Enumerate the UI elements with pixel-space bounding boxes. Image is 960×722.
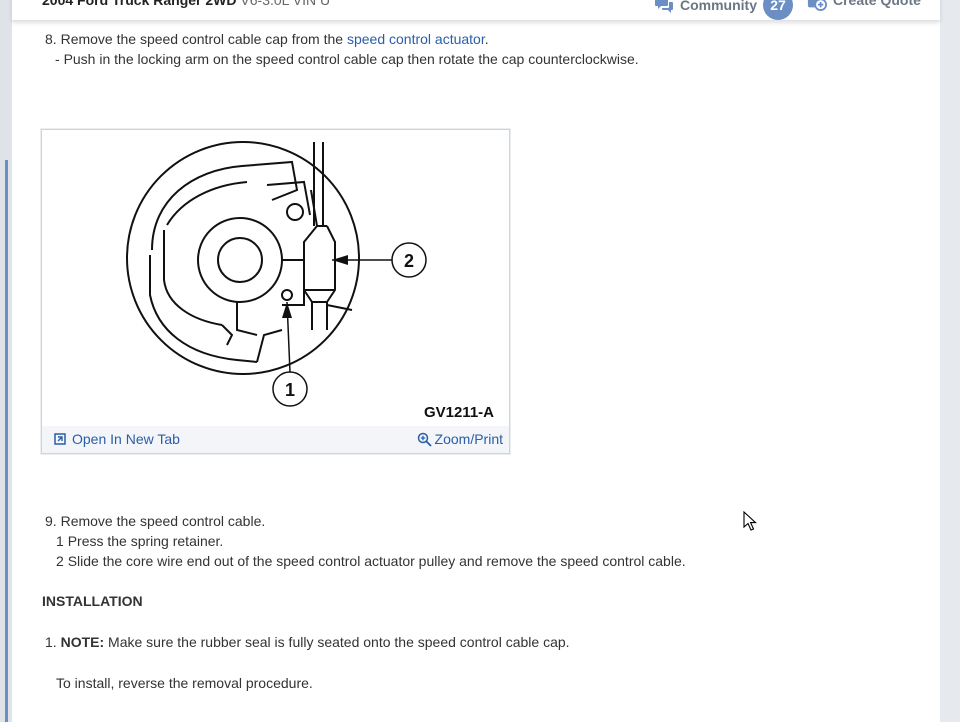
installation-heading: INSTALLATION: [42, 593, 143, 609]
figure-code: GV1211-A: [424, 404, 494, 421]
chat-bubbles-icon: [654, 0, 674, 15]
note-text: Make sure the rubber seal is fully seate…: [108, 634, 570, 650]
create-quote-label: Create Quote: [833, 0, 921, 8]
article-page: 2004 Ford Truck Ranger 2WD V6-3.0L VIN U…: [12, 0, 940, 722]
figure-gv1211: 2 1 GV1211-A Open In New Tab Zoom/Print: [41, 129, 510, 454]
step-8-number: 8.: [45, 31, 57, 47]
step-8-period: .: [484, 31, 489, 47]
open-in-new-tab-label: Open In New Tab: [72, 431, 180, 447]
installation-step-1-number: 1.: [45, 634, 57, 650]
step-9: 9. Remove the speed control cable.: [45, 513, 265, 529]
step-9-sub-1-text: Press the spring retainer.: [67, 533, 224, 549]
zoom-print-label: Zoom/Print: [434, 431, 503, 447]
vehicle-name: 2004 Ford Truck Ranger 2WD: [42, 0, 237, 8]
step-9-sub-2-number: 2: [56, 553, 64, 569]
vehicle-engine: V6-3.0L VIN U: [240, 0, 331, 8]
community-count-badge: 27: [763, 0, 793, 20]
speed-control-actuator-link[interactable]: speed control actuator: [347, 31, 485, 47]
figure-illustration[interactable]: 2 1 GV1211-A: [42, 130, 509, 426]
figure-toolbar: Open In New Tab Zoom/Print: [42, 426, 509, 453]
note-label: NOTE:: [60, 634, 105, 650]
sticky-header: 2004 Ford Truck Ranger 2WD V6-3.0L VIN U…: [12, 0, 940, 21]
step-8-sub-bullet: -: [55, 51, 60, 67]
reverse-procedure-text: To install, reverse the removal procedur…: [56, 675, 313, 691]
right-window-edge: [940, 0, 960, 722]
zoom-in-icon: [417, 432, 432, 447]
step-9-number: 9.: [45, 513, 57, 529]
callout-2-label: 2: [404, 251, 414, 271]
create-quote-button[interactable]: Create Quote: [807, 0, 921, 11]
step-8-sub: - Push in the locking arm on the speed c…: [55, 51, 639, 67]
quote-add-icon: [807, 0, 827, 11]
zoom-print-link[interactable]: Zoom/Print: [417, 431, 503, 447]
community-label: Community: [680, 0, 757, 13]
step-9-text: Remove the speed control cable.: [60, 513, 266, 529]
step-9-sub-2: 2 Slide the core wire end out of the spe…: [56, 553, 686, 569]
installation-step-1: 1. NOTE: Make sure the rubber seal is fu…: [45, 634, 570, 650]
step-8-text: Remove the speed control cable cap from …: [60, 31, 344, 47]
vehicle-title: 2004 Ford Truck Ranger 2WD V6-3.0L VIN U: [42, 0, 330, 8]
mouse-cursor-icon: [743, 510, 757, 536]
step-9-sub-2-text: Slide the core wire end out of the speed…: [67, 553, 686, 569]
step-8-sub-text: Push in the locking arm on the speed con…: [63, 51, 639, 67]
actuator-diagram: 2 1 GV1211-A: [126, 141, 494, 421]
callout-1-label: 1: [285, 380, 295, 400]
open-in-new-tab-link[interactable]: Open In New Tab: [54, 431, 180, 447]
step-9-sub-1: 1 Press the spring retainer.: [56, 533, 223, 549]
left-accent-bar: [5, 160, 8, 722]
step-9-sub-1-number: 1: [56, 533, 64, 549]
left-window-edge: [0, 0, 12, 722]
step-8: 8. Remove the speed control cable cap fr…: [45, 31, 489, 47]
open-new-tab-icon: [54, 433, 66, 445]
community-button[interactable]: Community 27: [654, 0, 793, 20]
